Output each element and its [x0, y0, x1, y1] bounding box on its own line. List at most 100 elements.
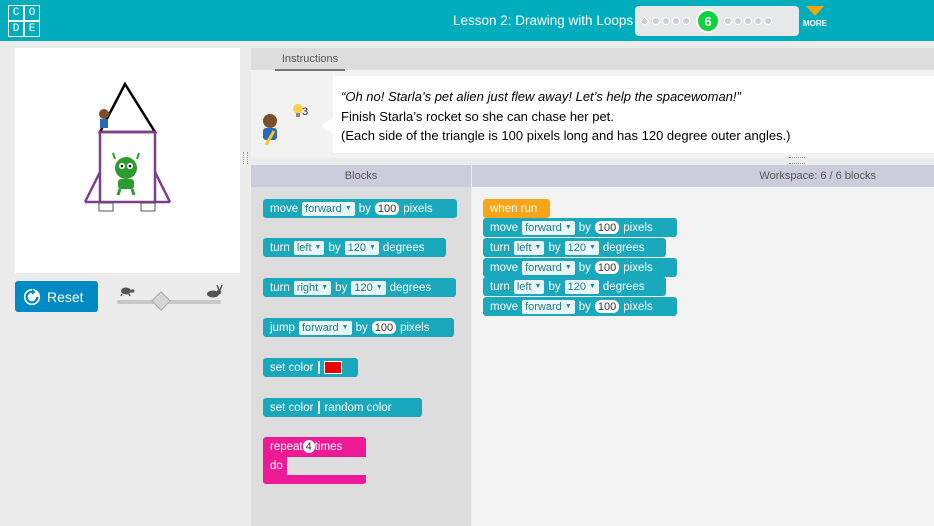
- angle-dropdown[interactable]: 120 ▼: [351, 280, 386, 295]
- block-label: turn: [270, 281, 290, 294]
- block-label: by: [548, 241, 561, 254]
- puzzle-dot-5[interactable]: [682, 17, 690, 25]
- dropdown-caret-icon: ▼: [368, 244, 376, 251]
- instructions-resize-handle[interactable]: [789, 157, 805, 164]
- direction-dropdown[interactable]: left ▼: [513, 279, 545, 294]
- hint-count[interactable]: 3: [302, 106, 308, 118]
- block-separator: [318, 401, 321, 414]
- logo-letter: C: [8, 5, 24, 21]
- logo-letter: E: [24, 21, 40, 37]
- lesson-title[interactable]: Lesson 2: Drawing with Loops: [453, 13, 633, 28]
- direction-dropdown[interactable]: forward ▼: [298, 320, 352, 335]
- puzzle-dot-7[interactable]: [724, 17, 732, 25]
- reset-button[interactable]: Reset: [15, 281, 98, 312]
- speed-thumb[interactable]: [150, 291, 171, 311]
- distance-field[interactable]: 100: [594, 221, 620, 234]
- block-label: by: [328, 241, 341, 254]
- direction-dropdown[interactable]: right ▼: [293, 280, 332, 295]
- direction-dropdown[interactable]: forward ▼: [522, 220, 575, 235]
- dropdown-value: forward: [301, 321, 339, 334]
- block-unit: pixels: [623, 261, 653, 274]
- color-swatch[interactable]: [324, 361, 343, 374]
- puzzle-dot-3[interactable]: [662, 17, 670, 25]
- current-puzzle-bubble[interactable]: 6: [696, 9, 720, 33]
- puzzle-dot-4[interactable]: [672, 17, 680, 25]
- block-label: by: [335, 281, 348, 294]
- puzzle-dot-8[interactable]: [734, 17, 742, 25]
- code-logo[interactable]: C O D E: [8, 5, 40, 37]
- workspace-move-block[interactable]: move forward ▼ by 100 pixels: [483, 258, 677, 277]
- when-run-block[interactable]: when run: [483, 199, 550, 218]
- workspace-move-block[interactable]: move forward ▼ by 100 pixels: [483, 218, 677, 237]
- instructions-tab-bar: Instructions: [251, 48, 934, 71]
- block-label: by: [578, 221, 591, 234]
- block-separator: [318, 361, 321, 374]
- puzzle-dot-10[interactable]: [754, 17, 762, 25]
- speed-slider[interactable]: [117, 285, 223, 311]
- toolbox-jump-block[interactable]: jump forward ▼ by 100 pixels: [263, 318, 454, 337]
- dropdown-value: 120: [347, 241, 366, 254]
- tab-instructions[interactable]: Instructions: [275, 48, 345, 71]
- direction-dropdown[interactable]: left ▼: [513, 240, 545, 255]
- workspace-header: Workspace: 6 / 6 blocks: [472, 165, 934, 187]
- toolbox-set-random-color-block[interactable]: set color random color: [263, 398, 422, 417]
- repeat-header: repeat 4 times: [270, 440, 342, 453]
- block-label: set color: [270, 361, 314, 374]
- rocket-drawing: [83, 81, 172, 212]
- distance-field[interactable]: 100: [374, 202, 400, 215]
- direction-dropdown[interactable]: forward ▼: [522, 260, 575, 275]
- block-label: set color: [270, 401, 314, 414]
- direction-dropdown[interactable]: forward ▼: [522, 299, 575, 314]
- block-label: turn: [490, 280, 510, 293]
- block-label: by: [355, 321, 368, 334]
- block-label: move: [490, 261, 519, 274]
- block-label: times: [314, 440, 343, 453]
- workspace-move-block[interactable]: move forward ▼ by 100 pixels: [483, 297, 677, 316]
- logo-letter: D: [8, 21, 24, 37]
- block-label: repeat: [270, 440, 303, 453]
- puzzle-progress: 6: [635, 6, 799, 36]
- angle-dropdown[interactable]: 120 ▼: [564, 240, 599, 255]
- angle-dropdown[interactable]: 120 ▼: [564, 279, 599, 294]
- block-unit: pixels: [623, 221, 653, 234]
- angle-dropdown[interactable]: 120 ▼: [344, 240, 379, 255]
- dropdown-caret-icon: ▼: [564, 224, 572, 231]
- dropdown-value: right: [296, 281, 319, 294]
- more-button[interactable]: MORE: [801, 6, 829, 28]
- repeat-block-bottom: [263, 475, 366, 484]
- dropdown-caret-icon: ▼: [564, 264, 572, 271]
- puzzle-dot-2[interactable]: [652, 17, 660, 25]
- toolbox-turn-left-block[interactable]: turn left ▼ by 120 ▼ degrees: [263, 238, 446, 257]
- caret-down-icon: [806, 6, 824, 16]
- block-label: move: [490, 300, 519, 313]
- instruction-text: Finish Starla’s rocket so she can chase …: [341, 109, 614, 124]
- distance-field[interactable]: 100: [594, 261, 620, 274]
- block-unit: degrees: [389, 281, 432, 294]
- toolbox-turn-right-block[interactable]: turn right ▼ by 120 ▼ degrees: [263, 278, 456, 297]
- rabbit-icon: [207, 285, 223, 298]
- repeat-count-field[interactable]: 4: [302, 440, 315, 453]
- direction-dropdown[interactable]: left ▼: [293, 240, 325, 255]
- distance-field[interactable]: 100: [371, 321, 397, 334]
- panel-resize-handle[interactable]: [243, 152, 248, 164]
- dropdown-value: left: [516, 280, 532, 293]
- dropdown-value: forward: [525, 221, 562, 234]
- dropdown-caret-icon: ▼: [564, 303, 572, 310]
- toolbox-set-color-block[interactable]: set color: [263, 358, 358, 377]
- workspace-turn-block[interactable]: turn left ▼ by 120 ▼ degrees: [483, 277, 666, 296]
- distance-field[interactable]: 100: [594, 300, 620, 313]
- puzzle-dot-1[interactable]: [639, 16, 650, 26]
- dropdown-value: forward: [525, 261, 562, 274]
- puzzle-dot-9[interactable]: [744, 17, 752, 25]
- puzzle-dot-11[interactable]: [764, 17, 772, 25]
- dropdown-value: 120: [354, 281, 373, 294]
- workspace-turn-block[interactable]: turn left ▼ by 120 ▼ degrees: [483, 238, 666, 257]
- block-label: turn: [490, 241, 510, 254]
- direction-dropdown[interactable]: forward ▼: [302, 201, 355, 216]
- dropdown-value: 120: [567, 241, 586, 254]
- block-unit: pixels: [403, 202, 433, 215]
- toolbox-move-block[interactable]: move forward ▼ by 100 pixels: [263, 199, 457, 218]
- block-unit: pixels: [400, 321, 430, 334]
- dropdown-caret-icon: ▼: [588, 283, 596, 290]
- block-unit: degrees: [382, 241, 425, 254]
